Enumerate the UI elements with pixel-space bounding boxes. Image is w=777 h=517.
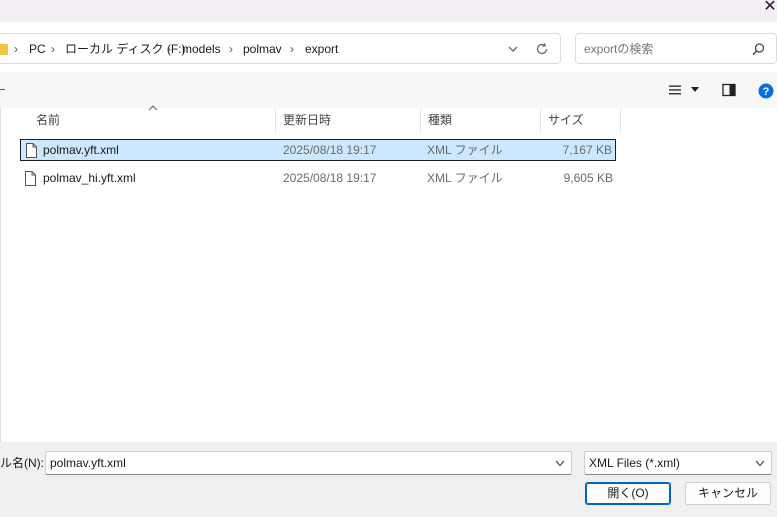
filename-label: ル名(N):: [0, 456, 44, 470]
breadcrumb-separator: ›: [167, 42, 171, 56]
file-size: 9,605 KB: [563, 171, 613, 185]
file-size: 7,167 KB: [562, 143, 612, 157]
address-bar[interactable]: › PC › ローカル ディスク (F:) › models › polmav …: [0, 33, 561, 64]
breadcrumb-pc[interactable]: PC: [29, 34, 46, 65]
file-name: polmav_hi.yft.xml: [43, 171, 136, 185]
close-icon[interactable]: ✕: [763, 0, 777, 16]
file-type: XML ファイル: [427, 171, 503, 185]
column-header-size[interactable]: サイズ: [541, 108, 621, 133]
breadcrumb-separator: ›: [290, 42, 294, 56]
column-header-type[interactable]: 種類: [421, 108, 541, 133]
toolbar: ?: [0, 72, 777, 109]
sort-up-icon: [148, 105, 158, 111]
filename-combo[interactable]: [45, 451, 572, 475]
breadcrumb-models[interactable]: models: [182, 34, 221, 65]
file-list[interactable]: 名前 更新日時 種類 サイズ polmav.yft.xml 2025/08/18…: [0, 105, 777, 442]
file-type: XML ファイル: [427, 143, 503, 157]
dialog-footer: ル名(N): XML Files (*.xml) 開く(O) キャンセル: [0, 442, 777, 517]
toolbar-divider: [0, 89, 5, 90]
chevron-down-icon[interactable]: [691, 87, 699, 93]
document-icon: [26, 143, 37, 158]
table-row[interactable]: polmav_hi.yft.xml 2025/08/18 19:17 XML フ…: [20, 168, 616, 190]
file-name: polmav.yft.xml: [43, 143, 119, 157]
cancel-button[interactable]: キャンセル: [685, 482, 771, 505]
chevron-down-icon[interactable]: [755, 460, 765, 467]
chevron-down-icon[interactable]: [506, 42, 520, 56]
file-date: 2025/08/18 19:17: [283, 143, 377, 157]
search-input[interactable]: [584, 40, 744, 58]
breadcrumb-polmav[interactable]: polmav: [243, 34, 282, 65]
open-button[interactable]: 開く(O): [585, 482, 671, 505]
title-bar: ✕: [0, 0, 777, 22]
breadcrumb-separator: ›: [229, 42, 233, 56]
file-date: 2025/08/18 19:17: [283, 171, 377, 185]
filename-input[interactable]: [50, 455, 540, 471]
breadcrumb-export[interactable]: export: [305, 34, 338, 65]
filetype-select[interactable]: XML Files (*.xml): [584, 451, 772, 475]
view-menu-icon[interactable]: [668, 83, 682, 97]
column-header-date[interactable]: 更新日時: [276, 108, 421, 133]
document-icon: [25, 171, 36, 186]
svg-text:?: ?: [763, 86, 770, 98]
search-box[interactable]: [575, 33, 777, 64]
nav-pane-border: [0, 108, 1, 442]
breadcrumb-separator: ›: [14, 42, 18, 56]
search-icon[interactable]: [751, 42, 766, 57]
folder-icon: [0, 44, 8, 55]
table-row[interactable]: polmav.yft.xml 2025/08/18 19:17 XML ファイル…: [20, 139, 616, 161]
filetype-value: XML Files (*.xml): [589, 456, 680, 470]
chevron-down-icon[interactable]: [555, 460, 565, 467]
preview-pane-icon[interactable]: [722, 83, 736, 97]
help-icon[interactable]: ?: [758, 83, 774, 99]
breadcrumb-separator: ›: [51, 42, 55, 56]
refresh-icon[interactable]: [534, 41, 550, 57]
